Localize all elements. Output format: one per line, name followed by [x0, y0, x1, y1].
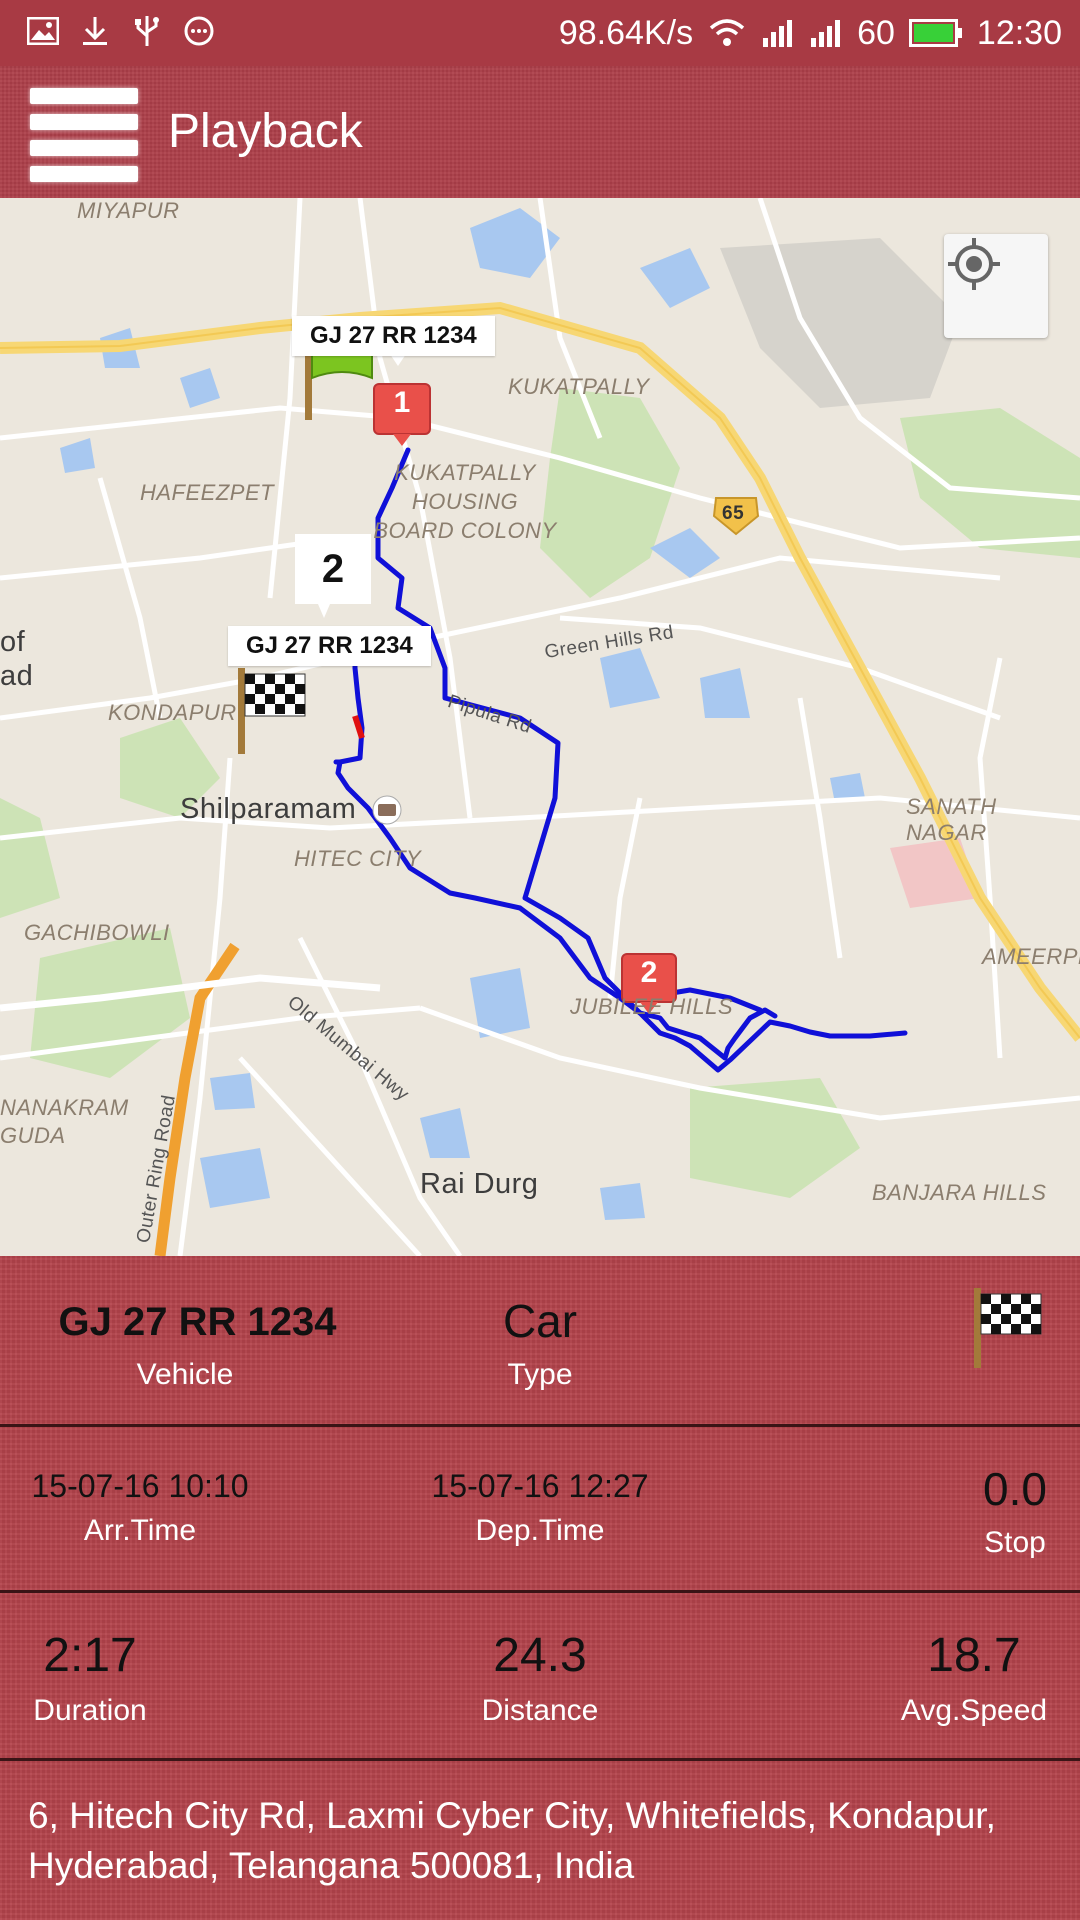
map-label-sanath-nagar: SANATH NAGAR [906, 794, 997, 845]
map-label-gachibowli: GACHIBOWLI [24, 920, 170, 945]
vehicle-value: GJ 27 RR 1234 [58, 1300, 337, 1344]
status-left-icons [26, 14, 216, 48]
download-icon [78, 14, 112, 48]
finish-flag-icon [238, 668, 306, 754]
map-label-kondapur: KONDAPUR [108, 700, 237, 725]
map-label-ameerpet: AMEERPE [982, 944, 1080, 969]
signal-icon [763, 20, 793, 47]
map-label-edge-1: of [0, 626, 26, 658]
avg-speed-value: 18.7 [927, 1629, 1021, 1682]
my-location-button[interactable] [944, 234, 1048, 338]
avg-speed-label: Avg.Speed [900, 1694, 1048, 1727]
usb-icon [130, 14, 164, 48]
status-right: 98.64K/s 60 12:30 [559, 8, 1062, 58]
pin-2-label: 2 [640, 956, 658, 989]
divider [0, 1758, 1080, 1761]
duration-value: 2:17 [43, 1629, 137, 1682]
distance-value: 24.3 [493, 1629, 587, 1682]
arr-time-value: 15-07-16 10:10 [31, 1468, 249, 1504]
checkered-flag-icon [974, 1288, 1042, 1368]
more-icon [182, 14, 216, 48]
highway-shield-label: 65 [722, 503, 745, 524]
status-bar: 98.64K/s 60 12:30 [0, 0, 1080, 66]
start-vehicle-label: GJ 27 RR 1234 [292, 316, 495, 356]
stop-label: Stop [984, 1526, 1046, 1559]
end-vehicle-label: GJ 27 RR 1234 [228, 626, 431, 666]
battery-icon [908, 19, 962, 47]
map-label-banjara-hills: BANJARA HILLS [872, 1180, 1047, 1205]
dep-time-value: 15-07-16 12:27 [431, 1468, 649, 1504]
app-bar: Playback [0, 66, 1080, 198]
map-label-nanakram-guda: NANAKRAM GUDA [0, 1095, 129, 1148]
divider [0, 1424, 1080, 1427]
map-label-miyapur: MIYAPUR [77, 198, 180, 223]
map-label-edge-2: ad [0, 660, 34, 692]
dep-time-label: Dep.Time [475, 1514, 605, 1547]
pin-1-label: 1 [393, 386, 411, 419]
map-label-shilparamam: Shilparamam [180, 793, 357, 825]
map-view[interactable]: MIYAPUR KUKATPALLY KUKATPALLY HOUSING BO… [0, 198, 1080, 1256]
map-label-rai-durg: Rai Durg [420, 1168, 539, 1200]
my-location-icon [948, 238, 1000, 290]
signal-icon [811, 20, 841, 47]
menu-icon[interactable] [30, 88, 138, 182]
network-speed: 98.64K/s [558, 13, 694, 52]
duration-label: Duration [33, 1694, 147, 1727]
divider [0, 1590, 1080, 1593]
signal-text: 60 [857, 13, 895, 52]
map-label-hafeezpet: HAFEEZPET [140, 480, 275, 505]
location-address: 6, Hitech City Rd, Laxmi Cyber City, Whi… [28, 1795, 996, 1886]
clock: 12:30 [976, 13, 1062, 52]
vehicle-label: Vehicle [136, 1358, 234, 1391]
image-icon [26, 14, 60, 48]
wifi-icon [709, 19, 745, 46]
stop-value: 0.0 [983, 1463, 1047, 1515]
info-number-box: 2 [295, 534, 371, 604]
arr-time-label: Arr.Time [83, 1514, 197, 1547]
map-label-kphb: KUKATPALLY HOUSING BOARD COLONY [373, 460, 557, 543]
type-label: Type [507, 1358, 573, 1391]
page-title: Playback [168, 105, 363, 158]
map-label-hitec-city: HITEC CITY [294, 846, 422, 871]
map-label-kukatpally: KUKATPALLY [508, 374, 650, 399]
type-value: Car [502, 1295, 578, 1347]
map-label-jubilee-hills: JUBILEE HILLS [570, 994, 734, 1019]
distance-label: Distance [481, 1694, 599, 1727]
